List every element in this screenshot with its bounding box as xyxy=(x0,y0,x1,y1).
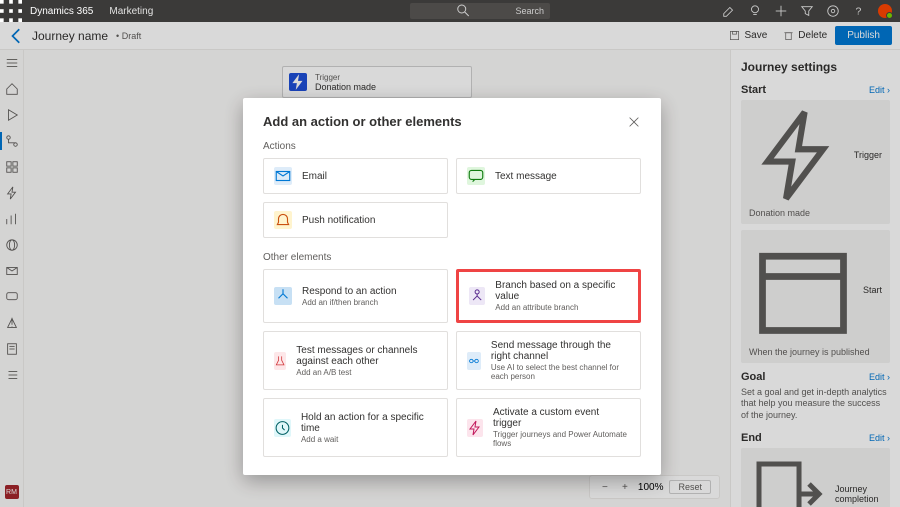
global-search[interactable]: Search xyxy=(410,3,550,19)
global-topbar: Dynamics 365 Marketing Search ? xyxy=(0,0,900,22)
tile-push-notification[interactable]: Push notification xyxy=(263,202,448,238)
topbar-actions: ? xyxy=(722,4,900,18)
search-placeholder: Search xyxy=(515,6,544,16)
app-launcher-icon[interactable] xyxy=(0,0,22,22)
tile-branch-value[interactable]: Branch based on a specific valueAdd an a… xyxy=(456,269,641,323)
tile-email[interactable]: Email xyxy=(263,158,448,194)
plus-icon[interactable] xyxy=(774,4,788,18)
ai-channel-icon xyxy=(467,352,481,370)
tile-hold-wait[interactable]: Hold an action for a specific timeAdd a … xyxy=(263,398,448,457)
tile-custom-trigger[interactable]: Activate a custom event triggerTrigger j… xyxy=(456,398,641,457)
flask-icon xyxy=(274,352,286,370)
help-icon[interactable]: ? xyxy=(852,4,866,18)
lightbulb-icon[interactable] xyxy=(748,4,762,18)
bell-icon xyxy=(274,211,292,229)
tile-right-channel[interactable]: Send message through the right channelUs… xyxy=(456,331,641,390)
branch-icon xyxy=(274,287,292,305)
actions-heading: Actions xyxy=(263,141,641,152)
tile-ab-test[interactable]: Test messages or channels against each o… xyxy=(263,331,448,390)
mail-icon xyxy=(274,167,292,185)
svg-text:?: ? xyxy=(856,6,862,18)
sms-icon xyxy=(467,167,485,185)
close-icon[interactable] xyxy=(627,115,641,129)
tile-text-message[interactable]: Text message xyxy=(456,158,641,194)
tile-respond-action[interactable]: Respond to an actionAdd an if/then branc… xyxy=(263,269,448,323)
other-heading: Other elements xyxy=(263,252,641,263)
filter-icon[interactable] xyxy=(800,4,814,18)
modal-title: Add an action or other elements xyxy=(263,114,462,129)
search-icon xyxy=(416,3,511,19)
module-name: Marketing xyxy=(101,6,161,17)
clock-icon xyxy=(274,419,291,437)
gear-icon[interactable] xyxy=(826,4,840,18)
attribute-branch-icon xyxy=(469,287,485,305)
add-element-modal: Add an action or other elements Actions … xyxy=(243,98,661,475)
bolt-event-icon xyxy=(467,419,483,437)
user-avatar[interactable] xyxy=(878,4,892,18)
edit-icon[interactable] xyxy=(722,4,736,18)
product-name: Dynamics 365 xyxy=(22,6,101,17)
